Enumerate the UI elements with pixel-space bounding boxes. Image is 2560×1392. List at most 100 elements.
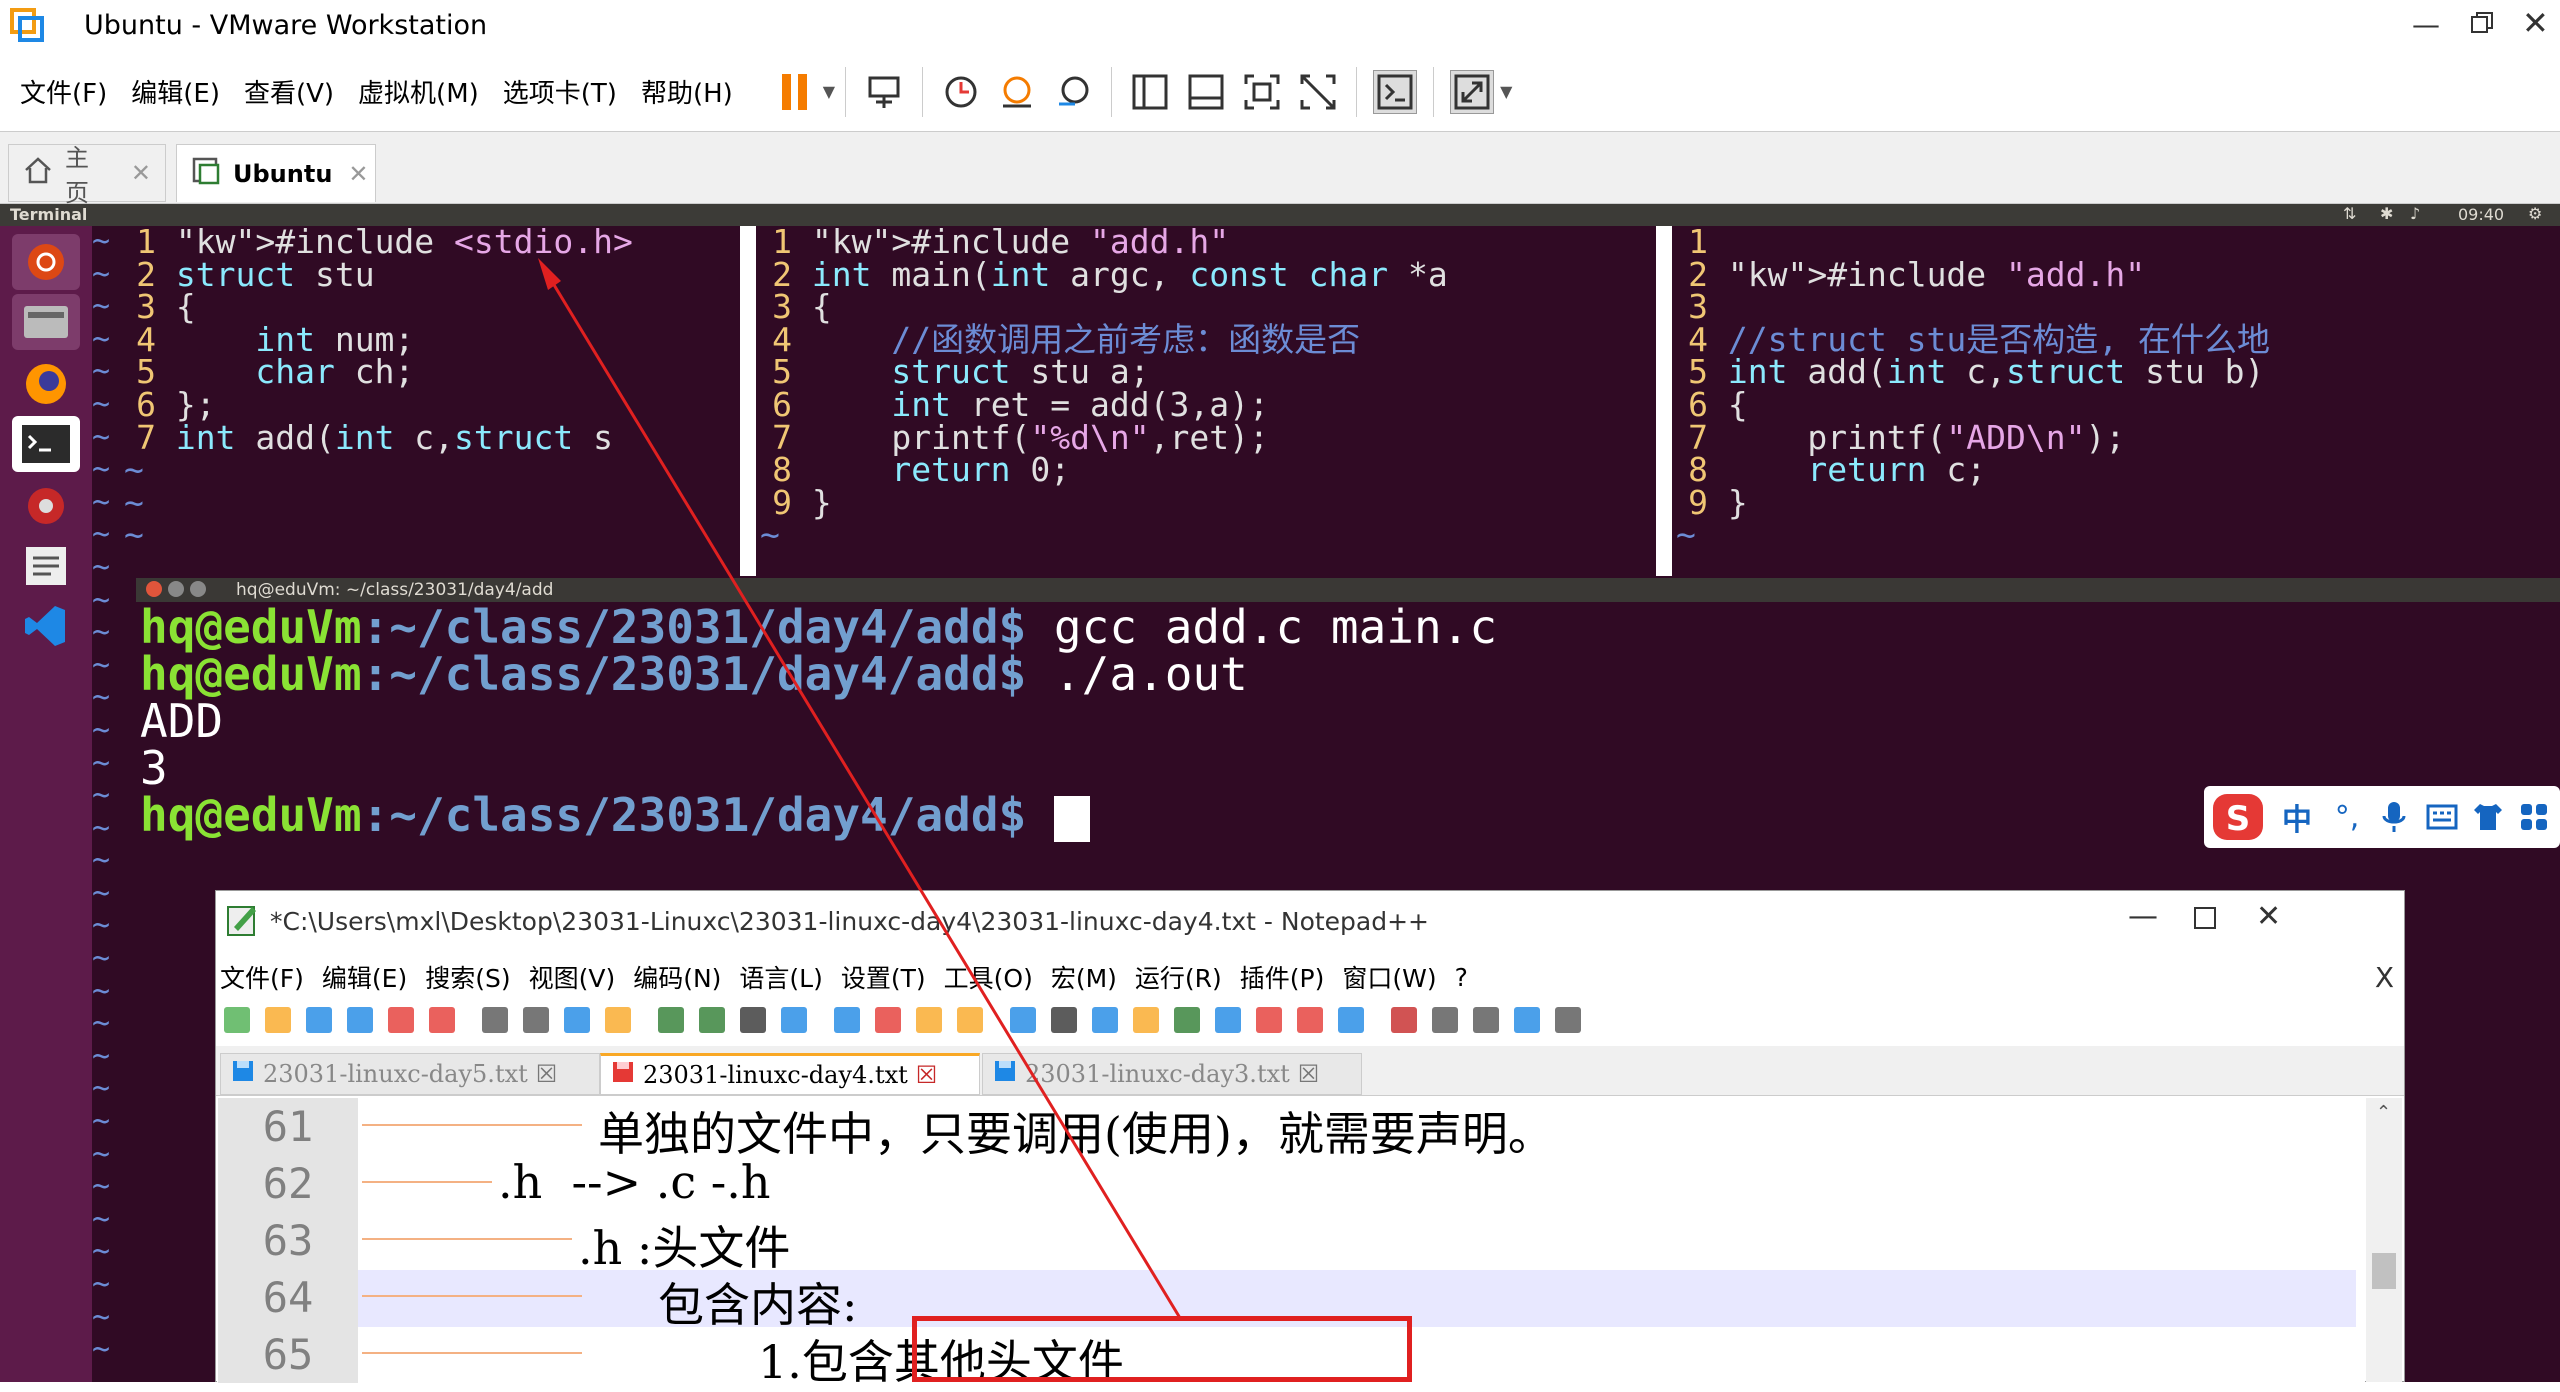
close-button[interactable]: ✕ [2522, 4, 2549, 42]
npp-tab-day3[interactable]: 23031-linuxc-day3.txt ☒ [982, 1053, 1362, 1095]
npp-toolbar-icon[interactable] [261, 1003, 295, 1037]
npp-menu-window[interactable]: 窗口(W) [1342, 959, 1436, 995]
vim-split-divider[interactable] [740, 226, 756, 576]
menu-file[interactable]: 文件(F) [20, 73, 107, 110]
npp-toolbar-icon[interactable] [871, 1003, 905, 1037]
vim-pane-2[interactable]: 1 "kw">#include "add.h" 2 int main(int ar… [760, 226, 1656, 576]
terminal-icon[interactable] [12, 416, 80, 472]
npp-toolbar-icon[interactable] [1469, 1003, 1503, 1037]
npp-toolbar-icon[interactable] [1510, 1003, 1544, 1037]
npp-menu-view[interactable]: 视图(V) [529, 959, 616, 995]
npp-toolbar-icon[interactable] [1428, 1003, 1462, 1037]
close-icon[interactable] [146, 581, 162, 597]
maximize-button[interactable] [2194, 907, 2216, 929]
npp-menu-macro[interactable]: 宏(M) [1051, 959, 1117, 995]
npp-toolbar-icon[interactable] [220, 1003, 254, 1037]
npp-toolbar-icon[interactable] [425, 1003, 459, 1037]
pause-icon[interactable] [773, 70, 817, 114]
npp-toolbar-icon[interactable] [1387, 1003, 1421, 1037]
maximize-icon[interactable] [190, 581, 206, 597]
text-editor-icon[interactable] [12, 538, 80, 594]
npp-toolbar-icon[interactable] [343, 1003, 377, 1037]
sogou-logo-icon[interactable]: S [2208, 790, 2268, 844]
console-view-icon[interactable] [1373, 69, 1418, 114]
keyboard-icon[interactable] [2420, 790, 2464, 844]
npp-toolbar-icon[interactable] [302, 1003, 336, 1037]
vscode-icon[interactable] [12, 598, 80, 654]
menu-help[interactable]: 帮助(H) [641, 73, 733, 110]
stretch-icon[interactable] [1450, 69, 1495, 114]
close-icon[interactable]: ☒ [536, 1060, 558, 1088]
npp-menu-run[interactable]: 运行(R) [1135, 959, 1222, 995]
restore-button[interactable] [2470, 10, 2496, 36]
menu-tabs[interactable]: 选项卡(T) [503, 73, 617, 110]
vim-pane-3[interactable]: 1 2 "kw">#include "add.h" 3 4 //struct st… [1676, 226, 2560, 576]
npp-menu-help[interactable]: ? [1455, 963, 1468, 992]
npp-toolbar-icon[interactable] [1293, 1003, 1327, 1037]
npp-tab-day5[interactable]: 23031-linuxc-day5.txt ☒ [220, 1053, 600, 1095]
close-document-button[interactable]: X [2375, 961, 2394, 994]
full-screen-icon[interactable] [1240, 70, 1284, 114]
npp-toolbar-icon[interactable] [384, 1003, 418, 1037]
npp-toolbar-icon[interactable] [601, 1003, 635, 1037]
npp-menu-settings[interactable]: 设置(T) [841, 959, 926, 995]
close-icon[interactable]: ✕ [131, 159, 151, 187]
chevron-down-icon[interactable]: ▼ [1500, 82, 1512, 101]
close-icon[interactable]: ☒ [916, 1061, 938, 1089]
npp-toolbar-icon[interactable] [1129, 1003, 1163, 1037]
npp-toolbar-icon[interactable] [1088, 1003, 1122, 1037]
scrollbar-thumb[interactable] [2372, 1253, 2396, 1289]
tab-home[interactable]: 主页 ✕ [8, 144, 166, 207]
chevron-down-icon[interactable]: ▼ [823, 82, 835, 101]
npp-toolbar-icon[interactable] [654, 1003, 688, 1037]
send-keys-icon[interactable] [862, 70, 906, 114]
menu-vm[interactable]: 虚拟机(M) [358, 73, 479, 110]
tab-ubuntu[interactable]: Ubuntu ✕ [176, 144, 376, 202]
npp-menu-edit[interactable]: 编辑(E) [322, 959, 407, 995]
skin-icon[interactable] [2466, 790, 2510, 844]
npp-toolbar-icon[interactable] [1047, 1003, 1081, 1037]
ime-language-toggle[interactable]: 中 [2272, 790, 2322, 844]
ime-punctuation-toggle[interactable]: °, [2322, 790, 2372, 844]
npp-menu-search[interactable]: 搜索(S) [425, 959, 510, 995]
vim-pane-1[interactable]: 1 "kw">#include <stdio.h> 2 struct stu 3 {… [124, 226, 740, 576]
scroll-up-icon[interactable]: ⌃ [2376, 1102, 2391, 1123]
minimize-button[interactable]: — [2412, 8, 2440, 41]
npp-toolbar-icon[interactable] [777, 1003, 811, 1037]
close-icon[interactable]: ✕ [348, 160, 368, 188]
dash-icon[interactable] [12, 234, 80, 290]
minimize-button[interactable]: — [2128, 899, 2158, 934]
npp-menu-plugins[interactable]: 插件(P) [1240, 959, 1325, 995]
revert-snapshot-icon[interactable] [995, 70, 1039, 114]
gear-icon[interactable]: ⚙ [2528, 204, 2542, 223]
npp-toolbar-icon[interactable] [1334, 1003, 1368, 1037]
npp-tab-day4[interactable]: 23031-linuxc-day4.txt ☒ [600, 1053, 980, 1095]
thumbnail-bar-icon[interactable] [1184, 70, 1228, 114]
npp-toolbar-icon[interactable] [912, 1003, 946, 1037]
unity-icon[interactable] [1296, 70, 1340, 114]
settings-icon[interactable] [12, 478, 80, 534]
menu-edit[interactable]: 编辑(E) [131, 73, 220, 110]
snapshot-manager-icon[interactable] [1051, 70, 1095, 114]
close-icon[interactable]: ☒ [1298, 1060, 1320, 1088]
npp-toolbar-icon[interactable] [1211, 1003, 1245, 1037]
npp-toolbar-icon[interactable] [1170, 1003, 1204, 1037]
snapshot-icon[interactable] [939, 70, 983, 114]
npp-toolbar-icon[interactable] [953, 1003, 987, 1037]
npp-toolbar-icon[interactable] [736, 1003, 770, 1037]
npp-toolbar-icon[interactable] [519, 1003, 553, 1037]
show-library-icon[interactable] [1128, 70, 1172, 114]
npp-toolbar-icon[interactable] [1252, 1003, 1286, 1037]
firefox-icon[interactable] [12, 356, 80, 412]
minimize-icon[interactable] [168, 581, 184, 597]
npp-menu-tools[interactable]: 工具(O) [944, 959, 1033, 995]
files-icon[interactable] [12, 294, 80, 350]
npp-toolbar-icon[interactable] [560, 1003, 594, 1037]
vim-split-divider[interactable] [1656, 226, 1672, 576]
npp-vertical-scrollbar[interactable]: ⌃ [2366, 1098, 2402, 1382]
toolbox-icon[interactable] [2512, 790, 2556, 844]
npp-menu-language[interactable]: 语言(L) [739, 959, 822, 995]
npp-toolbar-icon[interactable] [478, 1003, 512, 1037]
close-button[interactable]: ✕ [2256, 899, 2281, 934]
menu-view[interactable]: 查看(V) [244, 73, 334, 110]
